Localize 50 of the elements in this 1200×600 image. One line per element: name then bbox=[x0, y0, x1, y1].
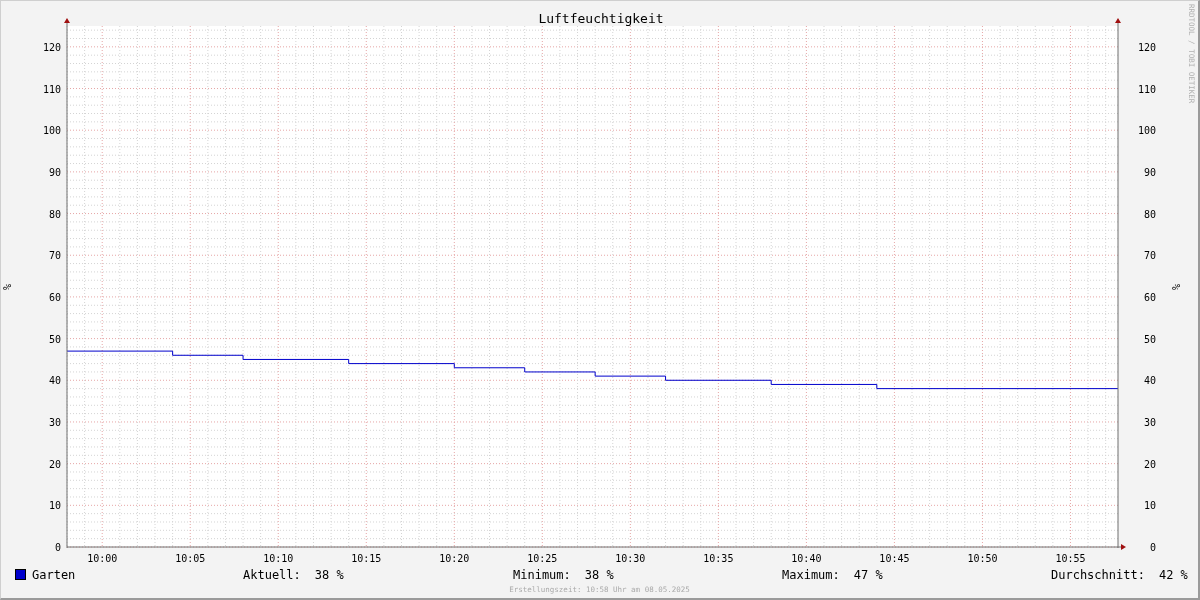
stat-label: Minimum: bbox=[513, 567, 571, 582]
x-tick-label: 10:10 bbox=[263, 553, 294, 564]
y-axis-label: % bbox=[2, 284, 13, 290]
y-tick-label: 50 bbox=[1143, 333, 1156, 345]
x-tick-label: 10:25 bbox=[527, 553, 558, 564]
y-tick-label: 60 bbox=[48, 291, 61, 303]
x-tick-label: 10:40 bbox=[791, 553, 822, 564]
y-tick-label: 10 bbox=[1143, 500, 1156, 512]
y-tick-label: 100 bbox=[42, 125, 61, 137]
y-tick-label: 20 bbox=[48, 458, 61, 470]
y-tick-label: 90 bbox=[48, 166, 61, 178]
y-tick-label: 70 bbox=[48, 250, 61, 262]
stat-label: Durchschnitt: bbox=[1051, 567, 1145, 582]
y-tick-label: 100 bbox=[1137, 125, 1156, 137]
x-tick-label: 10:00 bbox=[87, 553, 118, 564]
y-tick-label: 80 bbox=[1143, 208, 1156, 220]
y-tick-label: 120 bbox=[42, 41, 61, 53]
y-tick-label: 30 bbox=[48, 416, 61, 428]
x-tick-label: 10:55 bbox=[1055, 553, 1086, 564]
y-tick-label: 0 bbox=[54, 542, 61, 553]
x-tick-label: 10:05 bbox=[175, 553, 206, 564]
chart-title: Luftfeuchtigkeit bbox=[538, 11, 664, 26]
y-tick-label: 50 bbox=[48, 333, 61, 345]
x-tick-label: 10:20 bbox=[439, 553, 470, 564]
y-tick-label: 90 bbox=[1143, 166, 1156, 178]
stat-value: 42 % bbox=[1158, 567, 1188, 582]
y-tick-label: 10 bbox=[48, 500, 61, 512]
y-tick-label: 110 bbox=[42, 83, 61, 95]
y-tick-label: 20 bbox=[1143, 458, 1156, 470]
y-tick-label: 70 bbox=[1143, 250, 1156, 262]
stat-label: Maximum: bbox=[782, 567, 840, 582]
x-tick-label: 10:35 bbox=[703, 553, 734, 564]
stat-value: 47 % bbox=[853, 567, 883, 582]
x-tick-label: 10:50 bbox=[967, 553, 998, 564]
x-tick-label: 10:45 bbox=[879, 553, 910, 564]
y-axis-label: % bbox=[1171, 284, 1182, 290]
x-tick-label: 10:15 bbox=[351, 553, 382, 564]
y-tick-label: 40 bbox=[1143, 375, 1156, 387]
x-tick-label: 10:30 bbox=[615, 553, 646, 564]
y-tick-label: 80 bbox=[48, 208, 61, 220]
y-tick-label: 60 bbox=[1143, 291, 1156, 303]
y-tick-label: 30 bbox=[1143, 416, 1156, 428]
legend-label: Garten bbox=[32, 567, 76, 582]
stat-label: Aktuell: bbox=[243, 567, 301, 582]
y-tick-label: 120 bbox=[1137, 41, 1156, 53]
y-tick-label: 110 bbox=[1137, 83, 1156, 95]
y-tick-label: 40 bbox=[48, 375, 61, 387]
y-tick-label: 0 bbox=[1149, 542, 1156, 553]
stat-value: 38 % bbox=[314, 567, 344, 582]
stat-value: 38 % bbox=[584, 567, 614, 582]
